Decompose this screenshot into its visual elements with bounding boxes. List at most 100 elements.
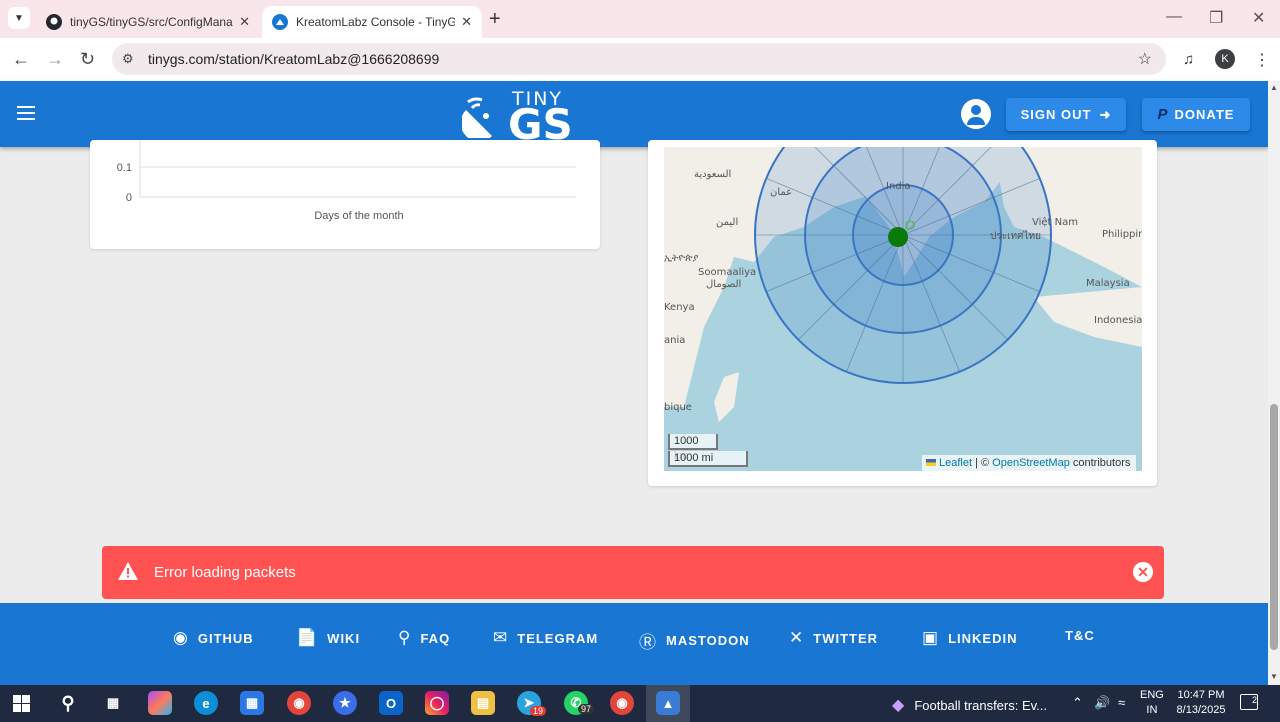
account-icon[interactable]	[961, 99, 991, 129]
map-label: السعودية	[694, 169, 731, 180]
news-headline: Football transfers: Ev...	[914, 697, 1048, 713]
error-message: Error loading packets	[154, 564, 296, 581]
logout-icon: ➜	[1099, 106, 1112, 122]
back-icon[interactable]: ←	[12, 49, 30, 70]
map-attribution: Leaflet | © OpenStreetMap contributors	[922, 455, 1137, 471]
close-alert-icon[interactable]: ✕	[1133, 562, 1153, 582]
map-label: اليمن	[716, 217, 738, 228]
tab-tinygs[interactable]: KreatomLabz Console - TinyGS ✕	[262, 6, 482, 38]
scroll-up-icon[interactable]: ▲	[1270, 83, 1278, 92]
paypal-icon: P	[1157, 106, 1169, 123]
instagram-icon[interactable]: ◯	[425, 691, 449, 715]
forward-icon[interactable]: →	[46, 49, 64, 70]
scroll-down-icon[interactable]: ▼	[1270, 672, 1278, 681]
ukraine-flag-icon	[926, 459, 936, 466]
task-view-icon[interactable]: ▦	[101, 691, 125, 715]
menu-icon[interactable]	[17, 106, 35, 124]
footer-link-twitter[interactable]: ✕ TWITTER	[789, 628, 878, 648]
clock-time: 10:47 PM	[1177, 689, 1225, 701]
map-label: Philippin	[1102, 229, 1142, 240]
donate-button[interactable]: P DONATE	[1142, 98, 1250, 131]
reload-icon[interactable]: ↻	[80, 49, 95, 70]
y-tick-label: 0	[126, 192, 132, 204]
close-window-icon[interactable]: ✕	[1252, 8, 1265, 28]
minimize-icon[interactable]: —	[1166, 8, 1182, 26]
document-icon: 📄	[296, 628, 319, 647]
map-label: Kenya	[664, 302, 695, 313]
donate-label: DONATE	[1174, 107, 1235, 122]
leaflet-link[interactable]: Leaflet	[939, 457, 972, 469]
tab-github[interactable]: tinyGS/tinyGS/src/ConfigManag ✕	[36, 6, 260, 38]
chat-icon: ✉	[493, 628, 509, 647]
profile-avatar[interactable]: K	[1215, 49, 1235, 69]
new-tab-icon[interactable]: +	[489, 8, 501, 31]
location-pin-icon: ⚲	[398, 628, 412, 647]
close-tab-icon[interactable]: ✕	[239, 14, 250, 30]
store-icon[interactable]: ▦	[240, 691, 264, 715]
browser-menu-icon[interactable]: ⋮	[1254, 50, 1270, 70]
footer-link-mastodon[interactable]: Ⓡ MASTODON	[639, 628, 750, 653]
footer-link-faq[interactable]: ⚲ FAQ	[398, 628, 450, 648]
file-explorer-icon[interactable]: ▤	[471, 691, 495, 715]
footer-link-label: TWITTER	[813, 630, 879, 646]
attribution-separator: | ©	[972, 457, 993, 469]
github-icon	[46, 14, 62, 30]
footer-link-label: WIKI	[327, 630, 361, 646]
windows-start-icon[interactable]	[13, 695, 30, 712]
footer-link-label: TELEGRAM	[517, 630, 599, 646]
page-scrollbar[interactable]: ▲ ▼	[1268, 81, 1280, 685]
lang-line-1: ENG	[1140, 689, 1164, 701]
clock-date: 8/13/2025	[1176, 704, 1226, 716]
scale-km: 1000 km	[668, 434, 718, 462]
map-label: India	[886, 181, 911, 192]
sign-out-button[interactable]: SIGN OUT ➜	[1006, 98, 1126, 131]
active-app-icon[interactable]: ▲	[656, 691, 680, 715]
map-label: bique	[664, 402, 692, 413]
url-bar[interactable]: ⚙ tinygs.com/station/KreatomLabz@1666208…	[112, 43, 1166, 75]
footer-link-label: MASTODON	[666, 633, 750, 648]
tab-search-button[interactable]: ▼	[8, 7, 30, 29]
news-widget[interactable]: ◆ Football transfers: Ev...	[892, 695, 1047, 715]
address-toolbar: ← → ↻ ⚙ tinygs.com/station/KreatomLabz@1…	[0, 38, 1280, 81]
browser-tab-strip: ▼ tinyGS/tinyGS/src/ConfigManag ✕ Kreato…	[0, 0, 1280, 38]
scrollbar-thumb[interactable]	[1270, 404, 1278, 650]
footer-link-wiki[interactable]: 📄 WIKI	[296, 628, 360, 648]
copilot-icon[interactable]	[148, 691, 172, 715]
chrome-icon[interactable]: ◉	[287, 691, 311, 715]
footer-link-tnc[interactable]: T&C	[1065, 628, 1095, 643]
close-tab-icon[interactable]: ✕	[461, 14, 472, 30]
station-map[interactable]: السعودية India Việt Nam Philippin عمان ا…	[664, 147, 1142, 471]
chrome-profile-icon[interactable]: ◉	[610, 691, 634, 715]
bookmark-star-icon[interactable]: ☆	[1138, 49, 1152, 69]
lang-line-2: IN	[1146, 704, 1158, 716]
x-axis-label: Days of the month	[314, 210, 403, 222]
media-control-icon[interactable]: ♫	[1183, 51, 1194, 68]
tray-expand-icon[interactable]: ⌃	[1072, 695, 1083, 711]
app-icon[interactable]: ★	[333, 691, 357, 715]
volume-icon[interactable]: 🔊	[1094, 695, 1110, 711]
footer-link-github[interactable]: ◉ GITHUB	[173, 628, 254, 648]
footer-link-linkedin[interactable]: ▣ LINKEDIN	[922, 628, 1017, 648]
tinygs-logo[interactable]: TINY GS	[462, 88, 577, 149]
footer-link-telegram[interactable]: ✉ TELEGRAM	[493, 628, 598, 648]
site-info-icon[interactable]: ⚙	[122, 51, 134, 67]
mastodon-icon: Ⓡ	[639, 633, 657, 652]
tinygs-icon	[272, 14, 288, 30]
url-text: tinygs.com/station/KreatomLabz@166620869…	[148, 51, 440, 67]
wifi-icon[interactable]: ≈	[1118, 695, 1125, 710]
station-marker-icon[interactable]	[888, 227, 908, 247]
system-clock[interactable]: 10:47 PM 8/13/2025	[1168, 688, 1234, 718]
language-indicator[interactable]: ENG IN	[1140, 688, 1164, 718]
map-label: ประเทศไทย	[990, 230, 1041, 242]
edge-icon[interactable]: e	[194, 691, 218, 715]
osm-link[interactable]: OpenStreetMap	[992, 457, 1070, 469]
notification-count: 2	[1251, 695, 1257, 705]
map-label: ania	[664, 335, 685, 346]
site-footer: ◉ GITHUB 📄 WIKI ⚲ FAQ ✉ TELEGRAM Ⓡ MASTODON ✕…	[0, 603, 1268, 685]
notification-icon[interactable]: 2	[1240, 694, 1258, 710]
outlook-icon[interactable]: O	[379, 691, 403, 715]
search-icon[interactable]: ⚲	[56, 691, 80, 715]
restore-icon[interactable]: ❐	[1209, 8, 1223, 28]
windows-taskbar: ⚲ ▦ e ▦ ◉ ★ O ◯ ▤ ➤ 19 ✆ 97 ◉ ▲ ◆ Footba…	[0, 685, 1280, 722]
y-tick-label: 0.1	[117, 162, 132, 174]
